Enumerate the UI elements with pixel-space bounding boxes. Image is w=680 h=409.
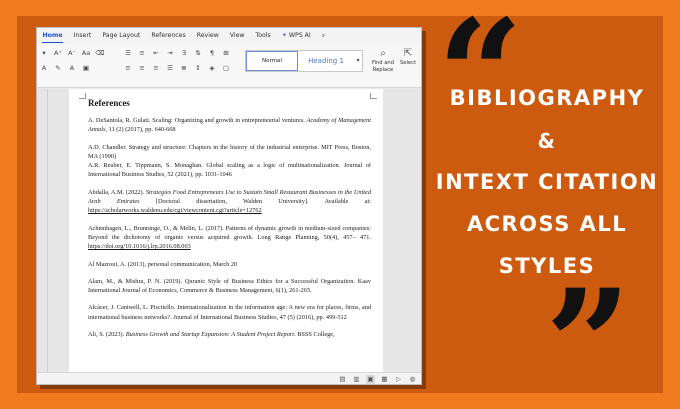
styles-gallery: Normal Heading 1 ▾ [245, 50, 363, 72]
document-area[interactable]: References A. DeSantola, R. Gulati. Scal… [37, 89, 421, 384]
paragraph-mark-icon[interactable]: ¶ [207, 49, 217, 57]
tab-review[interactable]: Review [191, 28, 224, 44]
reference-tail: [Doctoral dissertation, Walden Universit… [139, 198, 372, 206]
magnifier-icon: ⌕ [380, 48, 386, 59]
indent-icon[interactable]: ⇥ [165, 49, 175, 57]
wps-ai-icon: ✦ [281, 32, 287, 39]
word-processor-window: Home Insert Page Layout References Revie… [36, 27, 422, 385]
reference-entry: Alcácer, J. Cantwell, L. Piscitello. Int… [88, 303, 371, 322]
spacer-icon [109, 49, 119, 57]
borders-icon[interactable]: ⊞ [221, 49, 231, 57]
outdent-icon[interactable]: ⇤ [151, 49, 161, 57]
shrink-font-icon[interactable]: A⁻ [67, 49, 77, 57]
reference-text: Alcácer, J. Cantwell, L. Piscitello. Int… [88, 304, 371, 321]
status-bar: ▤ ▥ ▣ ▦ ▷ ◍ [37, 372, 421, 384]
cursor-icon: ⇱ [403, 48, 413, 59]
reference-entry: A.R. Reuber, E. Tippmann, S. Monaghan. G… [88, 161, 371, 180]
reference-entry: Al Mazroui, A. (2013), personal communic… [88, 260, 371, 269]
tab-view[interactable]: View [224, 28, 250, 44]
style-normal[interactable]: Normal [246, 51, 298, 71]
tab-page-layout[interactable]: Page Layout [97, 28, 146, 44]
promo-line-4: ACROSS ALL [466, 212, 628, 236]
reference-italic-title: Business Growth and Startup Expansion: A… [125, 331, 295, 339]
text-effect-icon[interactable]: A [67, 64, 77, 72]
promo-line-1: BIBLIOGRAPHY [449, 86, 645, 110]
vertical-ruler [47, 89, 48, 375]
page-view-icon[interactable]: ▣ [366, 375, 375, 384]
reference-tail: , 11 (2) (2017), pp. 640-668 [105, 126, 176, 134]
align-right-icon[interactable]: ≡ [151, 64, 161, 72]
promo-line-3: INTEXT CITATION [435, 170, 659, 194]
find-label: Find and Replace [371, 60, 395, 73]
reference-tail: . BSSS College, [294, 331, 335, 339]
view-controls: ▤ ▥ ▣ ▦ ▷ ◍ [338, 375, 417, 384]
formatting-row-2: A ✎ A ▣ ≡ ≡ ≡ ☰ ≣ ↕ ◈ ▢ [39, 64, 231, 72]
ribbon-toolbar: ▾ A⁺ A⁻ Aa ⌫ ☰ ≡ ⇤ ⇥ Ǝ ⇅ ¶ ⊞ A ✎ A ▣ ≡ ≡… [37, 44, 421, 88]
reference-text: A. DeSantola, R. Gulati. Scaling: Organi… [88, 117, 307, 124]
reference-link[interactable]: https://scholarworks.waldenu.edu/cgi/vie… [88, 207, 262, 214]
clear-format-icon[interactable]: ⌫ [95, 49, 105, 57]
align-left-icon[interactable]: ≡ [123, 64, 133, 72]
reference-text: A.R. Reuber, E. Tippmann, S. Monaghan. G… [88, 162, 371, 179]
styles-more-icon[interactable]: ▾ [354, 51, 362, 71]
border-icon[interactable]: ▢ [221, 64, 231, 72]
distribute-icon[interactable]: ≣ [179, 64, 189, 72]
char-shading-icon[interactable]: ▣ [81, 64, 91, 72]
web-view-icon[interactable]: ▦ [380, 375, 389, 384]
reference-entry: A.D. Chandler. Strategy and structure: C… [88, 143, 371, 162]
align-center-icon[interactable]: ≡ [137, 64, 147, 72]
close-quote-icon: ” [545, 257, 632, 409]
font-color-icon[interactable]: A [39, 64, 49, 72]
font-dropdown-icon[interactable]: ▾ [39, 49, 49, 57]
spacer3-icon [109, 64, 119, 72]
grow-font-icon[interactable]: A⁺ [53, 49, 63, 57]
style-heading-1[interactable]: Heading 1 [298, 51, 354, 71]
shading-icon[interactable]: ◈ [207, 64, 217, 72]
tab-wps-ai-label: WPS AI [288, 32, 311, 39]
outline-icon[interactable]: ▥ [352, 375, 361, 384]
find-and-replace-button[interactable]: ⌕ Find and Replace [369, 48, 397, 73]
justify-icon[interactable]: ☰ [165, 64, 175, 72]
numbering-icon[interactable]: ≡ [137, 49, 147, 57]
spacer2-icon [95, 64, 105, 72]
margin-corner-mark [370, 93, 377, 99]
reference-text: A.D. Chandler. Strategy and structure: C… [88, 143, 371, 160]
reference-text: Abdalla, A.M. (2022). [88, 188, 146, 196]
formatting-row-1: ▾ A⁺ A⁻ Aa ⌫ ☰ ≡ ⇤ ⇥ Ǝ ⇅ ¶ ⊞ [39, 49, 231, 57]
globe-icon[interactable]: ◍ [408, 375, 417, 384]
reference-entry: Achtenhagen, L., Brunninge, O., & Melin,… [88, 224, 371, 252]
text-direction-icon[interactable]: Ǝ [179, 49, 189, 57]
tab-insert[interactable]: Insert [68, 28, 97, 44]
search-icon[interactable]: ⌕ [316, 28, 330, 44]
tab-home[interactable]: Home [37, 28, 68, 44]
line-spacing-icon[interactable]: ↕ [193, 64, 203, 72]
select-label: Select [399, 60, 416, 66]
read-mode-icon[interactable]: ▤ [338, 375, 347, 384]
margin-corner-mark [79, 93, 86, 99]
select-button[interactable]: ⇱ Select [397, 48, 419, 67]
reference-text: Alam, M., & Mishra, P. N. (2019). Qurani… [88, 277, 371, 295]
reference-text: Al Mazroui, A. (2013), personal communic… [88, 260, 238, 268]
open-quote-icon: “ [437, 0, 524, 163]
play-icon[interactable]: ▷ [394, 375, 403, 384]
reference-link[interactable]: https://doi.org/10.1016/j.lrp.2016.08.00… [88, 243, 191, 250]
sort-icon[interactable]: ⇅ [193, 49, 203, 57]
reference-entry: Ali, S. (2023). Business Growth and Star… [88, 330, 371, 339]
reference-entry: Abdalla, A.M. (2022). Strategies Food En… [88, 188, 371, 216]
reference-entry: Alam, M., & Mishra, P. N. (2019). Qurani… [88, 277, 371, 296]
document-page[interactable]: References A. DeSantola, R. Gulati. Scal… [69, 89, 383, 384]
highlight-icon[interactable]: ✎ [53, 64, 63, 72]
change-case-icon[interactable]: Aa [81, 49, 91, 57]
document-heading: References [88, 98, 130, 108]
reference-text: Achtenhagen, L., Brunninge, O., & Melin,… [88, 224, 371, 241]
ribbon-tabs: Home Insert Page Layout References Revie… [37, 28, 421, 44]
tab-references[interactable]: References [146, 28, 191, 44]
reference-entry: A. DeSantola, R. Gulati. Scaling: Organi… [88, 116, 371, 135]
tab-wps-ai[interactable]: ✦ WPS AI [276, 28, 316, 44]
promo-line-2: & [537, 129, 557, 153]
tab-tools[interactable]: Tools [250, 28, 276, 44]
reference-list: A. DeSantola, R. Gulati. Scaling: Organi… [88, 116, 371, 339]
bullets-icon[interactable]: ☰ [123, 49, 133, 57]
reference-text: Ali, S. (2023). [88, 331, 126, 339]
